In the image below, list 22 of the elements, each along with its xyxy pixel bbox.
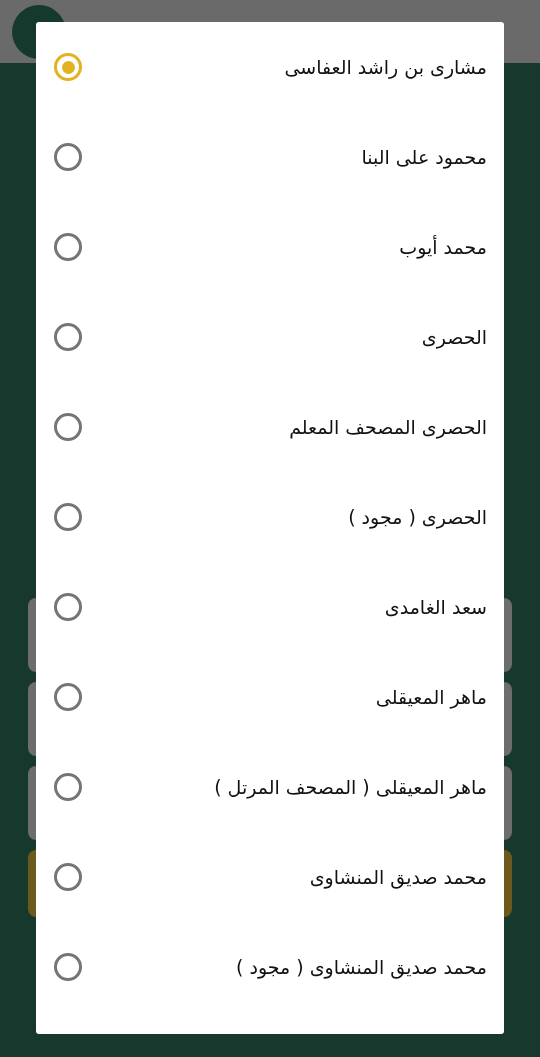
option-label[interactable]: محمود على البنا: [361, 146, 487, 168]
radio-button[interactable]: [54, 953, 82, 981]
option-label[interactable]: سعد الغامدى: [384, 596, 487, 618]
option-label[interactable]: الحصرى: [421, 326, 487, 348]
option-label[interactable]: محمد أيوب: [399, 236, 487, 258]
radio-button[interactable]: [54, 773, 82, 801]
radio-button[interactable]: [54, 683, 82, 711]
option-label[interactable]: الحصرى المصحف المعلم: [289, 416, 487, 438]
radio-button[interactable]: [54, 593, 82, 621]
option-label[interactable]: محمد صديق المنشاوى ( مجود ): [236, 956, 487, 978]
radio-button[interactable]: [54, 233, 82, 261]
radio-button[interactable]: [54, 143, 82, 171]
option-label[interactable]: الحصرى ( مجود ): [348, 506, 487, 528]
option-label[interactable]: مشارى بن راشد العفاسى: [284, 56, 487, 78]
option-label[interactable]: محمد صديق المنشاوى: [309, 866, 487, 888]
option-label[interactable]: ماهر المعيقلى: [375, 686, 487, 708]
radio-button[interactable]: [54, 53, 82, 81]
option-label[interactable]: ماهر المعيقلى ( المصحف المرتل ): [214, 776, 487, 798]
radio-button[interactable]: [54, 323, 82, 351]
radio-button[interactable]: [54, 503, 82, 531]
radio-button[interactable]: [54, 413, 82, 441]
radio-button[interactable]: [54, 863, 82, 891]
